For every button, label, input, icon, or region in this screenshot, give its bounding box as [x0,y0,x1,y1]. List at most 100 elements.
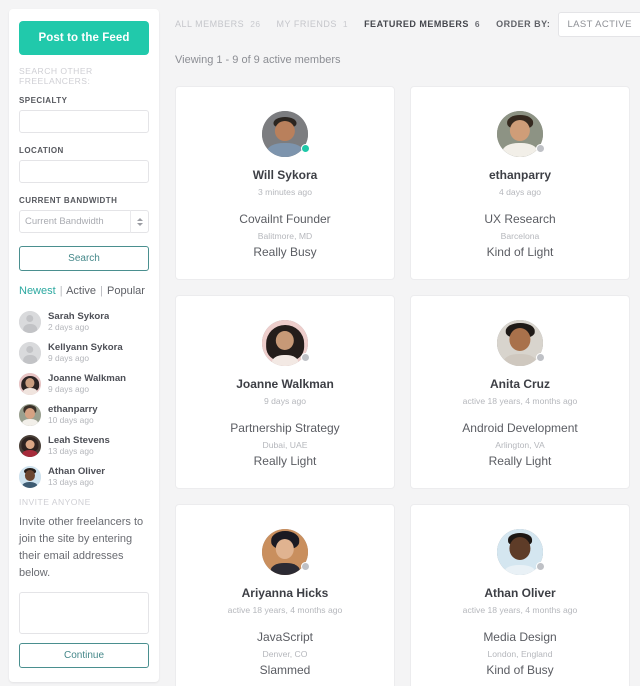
member-card[interactable]: Athan Oliver active 18 years, 4 months a… [410,504,630,686]
member-bandwidth-status: Really Light [253,454,317,468]
member-location: Balitmore, MD [257,231,313,241]
presence-dot-icon [301,144,310,153]
presence-dot-icon [536,144,545,153]
tab-featured-members[interactable]: FEATURED MEMBERS 6 [364,19,480,29]
specialty-input[interactable] [19,110,149,133]
search-freelancers-heading: SEARCH OTHER FREELANCERS: [19,66,93,86]
current-bandwidth-select[interactable]: Current Bandwidth [19,210,149,233]
member-name: Ariyanna Hicks [241,586,329,600]
member-name: ethanparry [488,168,552,182]
tab-featured-members-count: 6 [474,19,481,29]
post-to-feed-button[interactable]: Post to the Feed [19,21,149,55]
current-bandwidth-label: CURRENT BANDWIDTH [19,196,118,205]
member-card[interactable]: ethanparry 4 days ago UX Research Barcel… [410,86,630,280]
member-location: Barcelona [500,231,540,241]
member-card[interactable]: Ariyanna Hicks active 18 years, 4 months… [175,504,395,686]
presence-dot-icon [301,353,310,362]
member-role: Android Development [462,421,578,435]
filter-separator-1: | [59,285,63,297]
member-location: Arlington, VA [495,440,545,450]
member-bandwidth-status: Really Light [488,454,552,468]
member-role: Partnership Strategy [230,421,340,435]
member-location: London, England [487,649,553,659]
list-item-time: 9 days ago [48,384,89,395]
member-card[interactable]: Will Sykora 3 minutes ago Covailnt Found… [175,86,395,280]
recent-members-list: Sarah Sykora 2 days ago Kellyann Sykora … [19,311,149,488]
search-button[interactable]: Search [19,246,149,271]
invite-description: Invite other freelancers to join the sit… [19,516,144,580]
order-by-select[interactable]: LAST ACTIVE [558,11,640,37]
sort-filter-links: Newest | Active | Popular [19,285,149,297]
list-item[interactable]: Sarah Sykora 2 days ago [19,311,149,333]
order-by-group: ORDER BY: LAST ACTIVE [496,11,640,37]
avatar [19,311,41,333]
tab-all-members[interactable]: ALL MEMBERS 26 [175,19,261,29]
member-last-active: 9 days ago [263,396,307,406]
invite-emails-textarea[interactable] [19,592,149,635]
location-label: LOCATION [19,146,64,155]
avatar-wrapper [262,529,310,575]
member-last-active: active 18 years, 4 months ago [462,396,578,406]
member-role: JavaScript [256,630,314,644]
location-field-group: LOCATION [19,146,149,183]
filter-newest-link[interactable]: Newest [19,285,56,297]
tab-all-members-count: 26 [250,19,261,29]
member-last-active: 4 days ago [498,187,542,197]
order-by-value[interactable]: LAST ACTIVE [558,11,640,37]
list-item-name: Athan Oliver [48,466,106,478]
filter-active-link[interactable]: Active [66,285,96,297]
tab-my-friends-count: 1 [342,19,349,29]
list-item-name: ethanparry [48,404,98,416]
page-root: Post to the Feed SEARCH OTHER FREELANCER… [0,0,640,686]
continue-button[interactable]: Continue [19,643,149,669]
specialty-field-group: SPECIALTY [19,96,149,133]
member-card[interactable]: Joanne Walkman 9 days ago Partnership St… [175,295,395,489]
list-item-name: Kellyann Sykora [48,342,123,354]
avatar [19,342,41,364]
member-last-active: active 18 years, 4 months ago [227,605,343,615]
tab-my-friends[interactable]: MY FRIENDS 1 [277,19,349,29]
filter-separator-2: | [100,285,103,297]
member-bandwidth-status: Slammed [259,663,311,677]
list-item[interactable]: Leah Stevens 13 days ago [19,435,149,457]
member-name: Joanne Walkman [236,377,334,391]
invite-anyone-heading: INVITE ANYONE [19,497,91,507]
list-item-name: Sarah Sykora [48,311,110,323]
list-item-time: 13 days ago [48,477,94,488]
avatar-wrapper [262,111,310,157]
select-stepper-arrows-icon[interactable] [130,210,149,233]
list-item-time: 2 days ago [48,322,89,333]
member-location: Denver, CO [262,649,308,659]
order-by-label: ORDER BY: [496,19,551,29]
list-item-name: Joanne Walkman [48,373,127,385]
list-item[interactable]: Joanne Walkman 9 days ago [19,373,149,395]
viewing-count-text: Viewing 1 - 9 of 9 active members [175,54,341,66]
tab-featured-members-label: FEATURED MEMBERS [364,19,469,29]
list-item[interactable]: Athan Oliver 13 days ago [19,466,149,488]
avatar-wrapper [497,529,545,575]
members-grid: Will Sykora 3 minutes ago Covailnt Found… [175,86,630,686]
avatar-wrapper [497,320,545,366]
list-item-time: 9 days ago [48,353,89,364]
main-content: ALL MEMBERS 26 MY FRIENDS 1 FEATURED MEM… [159,0,640,686]
avatar [19,466,41,488]
avatar-wrapper [497,111,545,157]
avatar-wrapper [262,320,310,366]
member-card[interactable]: Anita Cruz active 18 years, 4 months ago… [410,295,630,489]
member-bandwidth-status: Kind of Light [486,245,554,259]
member-location: Dubai, UAE [262,440,308,450]
list-item-name: Leah Stevens [48,435,110,447]
specialty-label: SPECIALTY [19,96,68,105]
location-input[interactable] [19,160,149,183]
member-bandwidth-status: Really Busy [253,245,317,259]
filter-popular-link[interactable]: Popular [107,285,145,297]
avatar [19,404,41,426]
bandwidth-field-group: CURRENT BANDWIDTH Current Bandwidth [19,196,149,233]
tab-my-friends-label: MY FRIENDS [276,19,337,29]
members-tabbar: ALL MEMBERS 26 MY FRIENDS 1 FEATURED MEM… [175,10,640,38]
sidebar: Post to the Feed SEARCH OTHER FREELANCER… [9,9,159,683]
member-name: Will Sykora [252,168,318,182]
list-item[interactable]: ethanparry 10 days ago [19,404,149,426]
list-item[interactable]: Kellyann Sykora 9 days ago [19,342,149,364]
member-last-active: 3 minutes ago [258,187,312,197]
